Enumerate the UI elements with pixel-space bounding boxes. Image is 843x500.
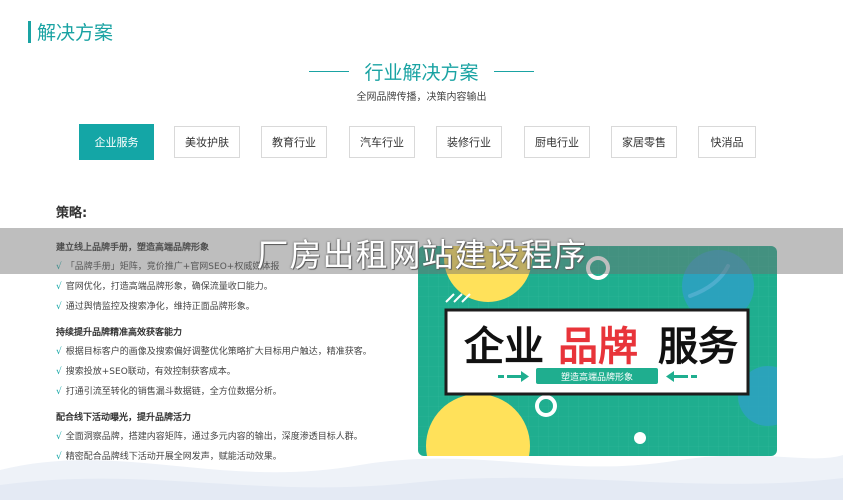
strategy-item: √ 官网优化，打造高端品牌形象，确保流量收口能力。 bbox=[56, 282, 273, 292]
strategy-group-offline-events: 配合线下活动曝光，提升品牌活力 √ 全面洞察品牌，搭建内容矩阵，通过多元内容的输出… bbox=[56, 410, 363, 469]
tab-kitchen-appliance[interactable]: 厨电行业 bbox=[524, 126, 590, 158]
tab-decoration[interactable]: 装修行业 bbox=[436, 126, 502, 158]
poster-word-enterprise: 企业 bbox=[464, 324, 544, 370]
strategy-item: √ 打通引流至转化的销售漏斗数据链，全方位数据分析。 bbox=[56, 387, 282, 397]
strategy-title: 策略: bbox=[56, 206, 88, 221]
tab-fmcg[interactable]: 快消品 bbox=[698, 126, 756, 158]
strategy-item: √ 搜索投放+SEO联动，有效控制获客成本。 bbox=[56, 367, 236, 377]
hero-title: 行业解决方案 bbox=[0, 58, 843, 85]
overlay-banner: 厂房出租网站建设程序 bbox=[0, 228, 843, 274]
hero-subtitle: 全网品牌传播，决策内容输出 bbox=[356, 92, 487, 103]
tab-education[interactable]: 教育行业 bbox=[261, 126, 327, 158]
check-icon: √ bbox=[56, 347, 62, 357]
strategy-group-title: 持续提升品牌精准高效获客能力 bbox=[56, 328, 183, 338]
check-icon: √ bbox=[56, 367, 62, 377]
section-accent-bar bbox=[28, 20, 31, 43]
tab-home-retail[interactable]: 家居零售 bbox=[611, 126, 677, 158]
check-icon: √ bbox=[56, 302, 62, 312]
check-icon: √ bbox=[56, 282, 62, 292]
tab-automotive[interactable]: 汽车行业 bbox=[349, 126, 415, 158]
hero-title-text: 行业解决方案 bbox=[364, 62, 479, 84]
check-icon: √ bbox=[56, 387, 62, 397]
strategy-group-title: 配合线下活动曝光，提升品牌活力 bbox=[56, 413, 192, 423]
strategy-group-acquisition: 持续提升品牌精准高效获客能力 √ 根据目标客户的画像及搜索偏好调整优化策略扩大目标… bbox=[56, 325, 372, 404]
strategy-item: √ 根据目标客户的画像及搜索偏好调整优化策略扩大目标用户触达，精准获客。 bbox=[56, 347, 372, 357]
tab-enterprise-service[interactable]: 企业服务 bbox=[79, 124, 154, 160]
strategy-item: √ 精密配合品牌线下活动开展全网发声，赋能活动效果。 bbox=[56, 452, 282, 462]
hero-title-right-line bbox=[493, 71, 534, 72]
brand-service-poster: 企业 品牌 服务 塑造高端品牌形象 bbox=[418, 246, 777, 456]
strategy-item: √ 全面洞察品牌，搭建内容矩阵，通过多元内容的输出，深度渗透目标人群。 bbox=[56, 432, 363, 442]
strategy-item: √ 通过舆情监控及搜索净化，维持正面品牌形象。 bbox=[56, 302, 255, 312]
hero-title-left-line bbox=[309, 71, 350, 72]
section-title: 解决方案 bbox=[37, 22, 114, 44]
poster-word-service: 服务 bbox=[658, 324, 738, 370]
poster-dot bbox=[634, 432, 646, 444]
section-header: 解决方案 bbox=[28, 18, 113, 45]
poster-tagline: 塑造高端品牌形象 bbox=[561, 371, 633, 383]
tab-beauty-skincare[interactable]: 美妆护肤 bbox=[174, 126, 240, 158]
poster-word-brand: 品牌 bbox=[558, 324, 638, 370]
check-icon: √ bbox=[56, 432, 62, 442]
check-icon: √ bbox=[56, 452, 62, 462]
overlay-banner-text: 厂房出租网站建设程序 bbox=[256, 236, 587, 274]
